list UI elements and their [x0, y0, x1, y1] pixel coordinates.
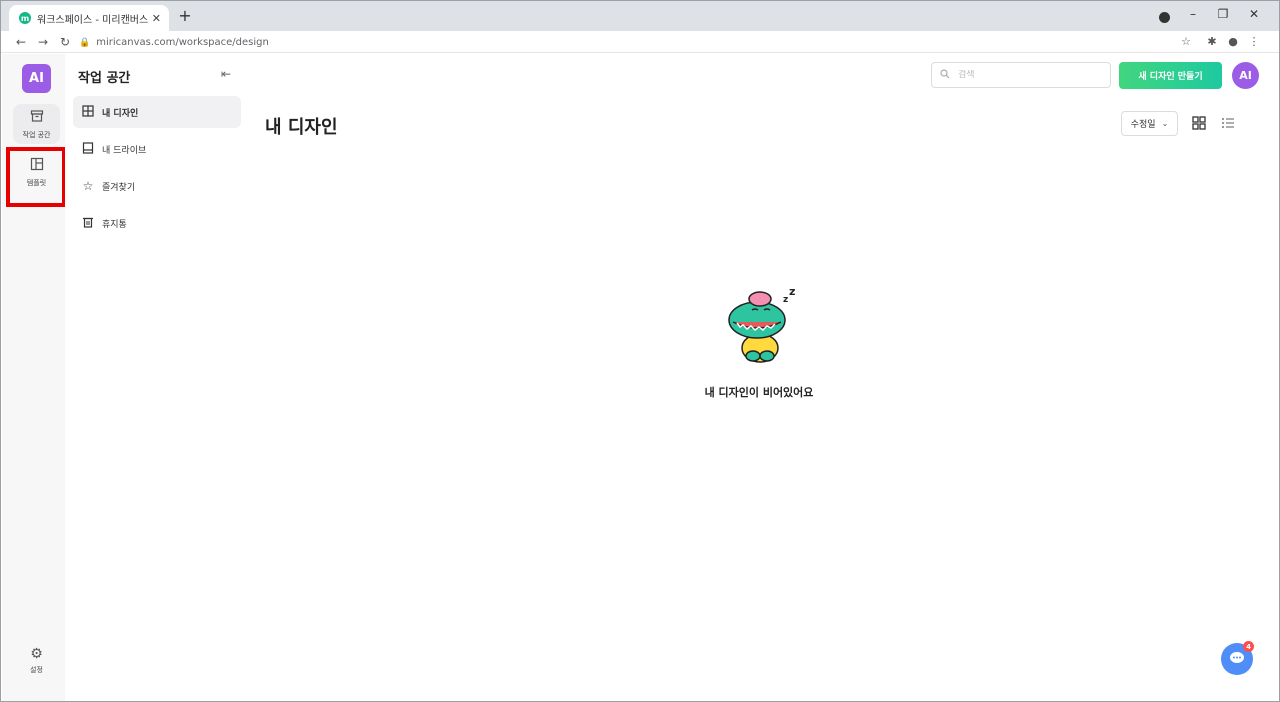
- sidebar-item-trash[interactable]: 휴지통: [73, 207, 241, 239]
- search-box[interactable]: [931, 62, 1111, 88]
- browser-tab[interactable]: m 워크스페이스 - 미리캔버스 ✕: [9, 5, 169, 31]
- profile-icon[interactable]: ●: [1224, 35, 1242, 48]
- address-bar[interactable]: 🔒 miricanvas.com/workspace/design: [79, 34, 1199, 51]
- page-title: 내 디자인: [265, 117, 338, 138]
- sort-dropdown[interactable]: 수정일 ⌄: [1121, 111, 1178, 136]
- rail-item-settings[interactable]: ⚙ 설정: [13, 640, 60, 680]
- workspace-sidebar: 작업 공간 ⇤ 내 디자인 내 드라이브 ☆ 즐겨찾기 휴지통: [65, 54, 249, 701]
- gear-icon: ⚙: [30, 645, 43, 662]
- sidebar-item-my-drive[interactable]: 내 드라이브: [73, 133, 241, 165]
- sidebar-item-label: 내 드라이브: [102, 145, 147, 156]
- sidebar-item-label: 내 디자인: [102, 108, 139, 119]
- collapse-sidebar-icon[interactable]: ⇤: [221, 67, 231, 81]
- grid-icon: [81, 104, 95, 120]
- url-text: miricanvas.com/workspace/design: [96, 37, 269, 48]
- sidebar-item-label: 즐겨찾기: [102, 182, 136, 193]
- sidebar-item-label: 휴지통: [102, 219, 127, 230]
- search-input[interactable]: [958, 70, 1098, 80]
- kebab-menu-icon[interactable]: ⋮: [1245, 35, 1263, 48]
- trash-icon: [81, 216, 95, 231]
- browser-profile-menu-icon[interactable]: [1159, 12, 1170, 23]
- tab-strip: m 워크스페이스 - 미리캔버스 ✕ + – ❐ ✕: [1, 1, 1279, 31]
- rail-item-label: 설정: [30, 665, 43, 674]
- sidebar-title: 작업 공간: [78, 71, 131, 86]
- forward-arrow-icon[interactable]: →: [33, 35, 53, 49]
- window-close-icon[interactable]: ✕: [1244, 7, 1264, 21]
- svg-text:z: z: [789, 285, 795, 298]
- drive-icon: [81, 141, 95, 157]
- rail-item-workspace[interactable]: 작업 공간: [13, 104, 60, 144]
- miricanvas-favicon-icon: m: [19, 12, 31, 24]
- sidebar-item-favorites[interactable]: ☆ 즐겨찾기: [73, 170, 241, 202]
- browser-toolbar: ← → ↻ 🔒 miricanvas.com/workspace/design …: [1, 31, 1279, 53]
- tab-close-icon[interactable]: ✕: [152, 12, 161, 25]
- sort-label: 수정일: [1130, 120, 1156, 130]
- user-avatar[interactable]: AI: [1232, 62, 1259, 89]
- extension-icon[interactable]: ✱: [1203, 35, 1221, 48]
- minimize-icon[interactable]: –: [1183, 7, 1203, 21]
- rail-item-label: 작업 공간: [22, 130, 51, 139]
- tab-title: 워크스페이스 - 미리캔버스: [37, 14, 148, 26]
- star-icon: ☆: [82, 179, 94, 193]
- lock-icon: 🔒: [79, 37, 91, 48]
- empty-state-message: 내 디자인이 비어있어요: [704, 386, 814, 399]
- back-arrow-icon[interactable]: ←: [11, 35, 31, 49]
- workspace-avatar[interactable]: AI: [22, 64, 51, 93]
- browser-window: m 워크스페이스 - 미리캔버스 ✕ + – ❐ ✕ ← → ↻ 🔒 miric…: [0, 0, 1280, 702]
- restore-icon[interactable]: ❐: [1213, 7, 1233, 21]
- star-icon[interactable]: ☆: [1177, 35, 1195, 48]
- svg-text:z: z: [783, 295, 788, 305]
- highlight-box: [6, 147, 66, 207]
- list-view-icon[interactable]: [1220, 116, 1236, 132]
- chevron-down-icon: ⌄: [1161, 119, 1169, 128]
- chat-bubble-icon: [1229, 650, 1245, 669]
- search-icon: [940, 68, 950, 82]
- sleeping-crocodile-illustration: z z: [719, 282, 803, 366]
- reload-icon[interactable]: ↻: [55, 35, 75, 49]
- main-content: 새 디자인 만들기 AI 내 디자인 수정일 ⌄ z: [249, 54, 1279, 701]
- grid-view-icon[interactable]: [1191, 116, 1207, 132]
- chat-notification-badge: 4: [1243, 641, 1254, 652]
- archive-box-icon: [30, 109, 44, 127]
- new-tab-button[interactable]: +: [176, 7, 194, 25]
- new-design-button[interactable]: 새 디자인 만들기: [1119, 62, 1222, 89]
- sidebar-item-my-designs[interactable]: 내 디자인: [73, 96, 241, 128]
